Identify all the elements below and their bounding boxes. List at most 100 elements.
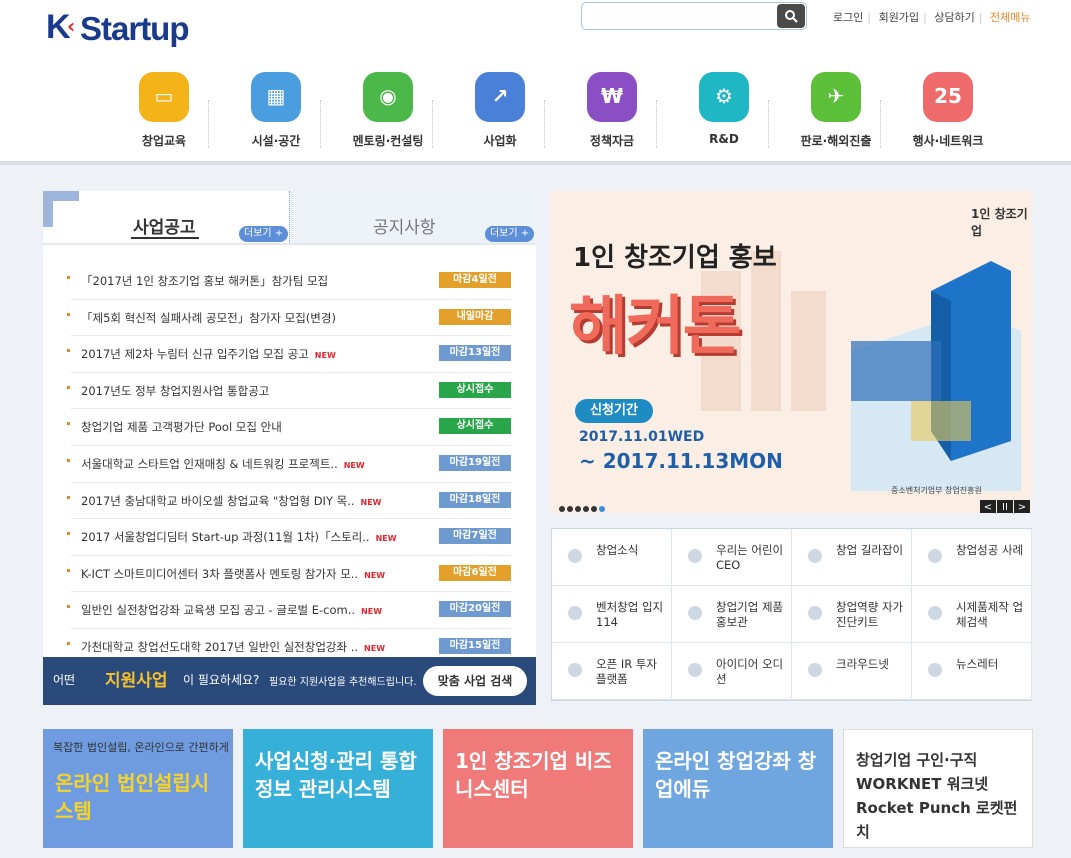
consult-link[interactable]: 상담하기 <box>934 9 974 25</box>
slide-dot[interactable] <box>559 506 565 512</box>
slide-dot[interactable] <box>575 506 581 512</box>
airplane-icon: ✈ <box>811 72 861 122</box>
notice-title[interactable]: 2017년 제2차 누림터 신규 입주기업 모집 공고 NEW <box>81 346 336 362</box>
promo-title: 온라인 법인설립시스템 <box>55 771 210 823</box>
quick-menu-label: 창업성공 사례 <box>956 543 1024 557</box>
slide-controls: < II > <box>979 495 1030 513</box>
list-item[interactable]: 「2017년 1인 창조기업 홍보 해커톤」참가팀 모집 마감4일전 <box>67 263 511 300</box>
pause-button[interactable]: II <box>997 500 1013 513</box>
quick-menu-label: 창업역량 자가진단키트 <box>836 600 904 629</box>
tab-business-notice[interactable]: 사업공고 <box>133 213 196 238</box>
quick-menu-item[interactable]: 오픈 IR 투자 플랫폼 <box>552 643 672 700</box>
promo-banner[interactable]: 창업기업 구인·구직 WORKNET 워크넷 Rocket Punch 로켓펀치 <box>843 729 1033 848</box>
quick-menu-item[interactable]: 창업성공 사례 <box>912 529 1032 586</box>
menu-item[interactable]: ₩ 정책자금 <box>556 72 668 152</box>
list-item[interactable]: K-ICT 스마트미디어센터 3차 플랫폼사 멘토링 참가자 모.. NEW 마감6… <box>67 556 511 593</box>
notice-title[interactable]: 2017년도 정부 창업지원사업 통합공고 <box>81 383 269 399</box>
deadline-badge: 마감19일전 <box>439 454 511 471</box>
menu-item[interactable]: ▦ 시설·공간 <box>220 72 332 152</box>
list-item[interactable]: 「제5회 혁신적 실패사례 공모전」참가자 모집(변경) 내일마감 <box>67 300 511 337</box>
quick-menu-item[interactable]: 창업소식 <box>552 529 672 586</box>
notice-title[interactable]: 창업기업 제품 고객평가단 Pool 모집 안내 <box>81 419 282 435</box>
notice-title[interactable]: 2017 서울창업디딤터 Start-up 과정(11월 1차)「스토리.. NE… <box>81 529 397 545</box>
slide-dot[interactable] <box>583 506 589 512</box>
custom-search-button[interactable]: 맞춤 사업 검색 <box>423 666 527 696</box>
notice-title[interactable]: K-ICT 스마트미디어센터 3차 플랫폼사 멘토링 참가자 모.. NEW <box>81 566 385 582</box>
checklist-icon <box>808 606 822 620</box>
notice-title[interactable]: 「2017년 1인 창조기업 홍보 해커톤」참가팀 모집 <box>81 273 328 289</box>
search-box <box>581 2 807 30</box>
quick-menu-item[interactable]: 창업역량 자가진단키트 <box>792 586 912 643</box>
menu-item[interactable]: ↗ 사업화 <box>444 72 556 152</box>
more-button-business[interactable]: 더보기 + <box>239 226 289 242</box>
main-banner[interactable]: 1인 창조기업 1인 창조기업 홍보 해커톤 신청기간 2017.11.01WE… <box>551 191 1032 513</box>
notice-title[interactable]: 서울대학교 스타트업 인재매칭 & 네트워킹 프로젝트.. NEW <box>81 456 365 472</box>
list-item[interactable]: 창업기업 제품 고객평가단 Pool 모집 안내 상시접수 <box>67 409 511 446</box>
ir-icon <box>568 663 582 677</box>
tab-announcement[interactable]: 공지사항 <box>373 213 436 238</box>
deadline-badge: 마감7일전 <box>439 528 511 545</box>
promo-banner[interactable]: 1인 창조기업 비즈니스센터 <box>443 729 633 848</box>
menu-divider <box>208 100 209 148</box>
login-link[interactable]: 로그인 <box>833 9 863 25</box>
next-button[interactable]: > <box>1014 500 1030 513</box>
list-item[interactable]: 2017 서울창업디딤터 Start-up 과정(11월 1차)「스토리.. NE… <box>67 519 511 556</box>
quick-menu-item[interactable]: 창업기업 제품홍보관 <box>672 586 792 643</box>
menu-item[interactable]: ✈ 판로·해외진출 <box>780 72 892 152</box>
quick-menu-item[interactable]: 뉴스레터 <box>912 643 1032 700</box>
quick-menu-item[interactable]: 시제품제작 업체검색 <box>912 586 1032 643</box>
signup-link[interactable]: 회원가입 <box>879 9 919 25</box>
bullet-icon <box>67 422 70 426</box>
bullet-icon <box>67 605 70 609</box>
bullet-icon <box>67 349 70 353</box>
full-menu-link[interactable]: 전체메뉴 <box>990 9 1030 25</box>
prev-button[interactable]: < <box>980 500 996 513</box>
search-input[interactable] <box>588 7 778 25</box>
quick-menu-item[interactable]: 아이디어 오디션 <box>672 643 792 700</box>
list-item[interactable]: 서울대학교 스타트업 인재매칭 & 네트워킹 프로젝트.. NEW 마감19일전 <box>67 446 511 483</box>
menu-item[interactable]: ⚙ R&D <box>668 72 780 152</box>
menu-divider <box>544 100 545 148</box>
more-button-announcement[interactable]: 더보기 + <box>485 226 535 242</box>
menu-item[interactable]: ▭ 창업교육 <box>108 72 220 152</box>
slide-dot[interactable] <box>567 506 573 512</box>
notice-title[interactable]: 「제5회 혁신적 실패사례 공모전」참가자 모집(변경) <box>81 310 336 326</box>
menu-item-label: 사업화 <box>483 134 517 148</box>
bullet-icon <box>67 312 70 316</box>
quick-menu-item[interactable]: 창업 길라잡이 <box>792 529 912 586</box>
banner-headline: 해커톤 <box>569 290 742 364</box>
menu-item[interactable]: ◉ 멘토링·컨설팅 <box>332 72 444 152</box>
list-item[interactable]: 일반인 실전창업강좌 교육생 모집 공고 - 글로벌 E-com.. NEW 마감2… <box>67 592 511 629</box>
search-button[interactable] <box>777 4 805 28</box>
recommend-bar: 어떤 지원사업 이 필요하세요? 필요한 지원사업을 추천해드립니다. 맞춤 사… <box>43 657 536 705</box>
k-startup-logo[interactable]: K ‹ Startup <box>46 8 206 48</box>
promo-banner[interactable]: 복잡한 법인설립, 온라인으로 간편하게 온라인 법인설립시스템 <box>43 729 233 848</box>
slide-dot[interactable] <box>591 506 597 512</box>
recommend-text-a: 어떤 <box>53 673 76 687</box>
promo-banner[interactable]: 온라인 창업강좌 창업에듀 <box>643 729 833 848</box>
slide-dot-active[interactable] <box>599 506 605 512</box>
money-bag-icon: ₩ <box>587 72 637 122</box>
notice-title[interactable]: 일반인 실전창업강좌 교육생 모집 공고 - 글로벌 E-com.. NEW <box>81 602 382 618</box>
quick-menu-item[interactable]: 우리는 어린이 CEO <box>672 529 792 586</box>
list-item[interactable]: 2017년 제2차 누림터 신규 입주기업 모집 공고 NEW 마감13일전 <box>67 336 511 373</box>
menu-item[interactable]: 25 행사·네트워크 <box>892 72 1004 152</box>
mic-icon <box>568 549 582 563</box>
list-item[interactable]: 2017년도 정부 창업지원사업 통합공고 상시접수 <box>67 373 511 410</box>
quick-menu-item[interactable]: 벤처창업 입지 114 <box>552 586 672 643</box>
quick-menu-label: 아이디어 오디션 <box>716 657 784 686</box>
promo-title: 창업기업 구인·구직 WORKNET 워크넷 Rocket Punch 로켓펀치 <box>856 751 1018 841</box>
notice-title[interactable]: 가천대학교 창업선도대학 2017년 일반인 실전창업강좌 .. NEW <box>81 639 385 655</box>
calendar-icon: 25 <box>923 72 973 122</box>
notice-list: 「2017년 1인 창조기업 홍보 해커톤」참가팀 모집 마감4일전 「제5회 혁신… <box>67 263 511 666</box>
banner-date-start: 2017.11.01WED <box>579 429 705 445</box>
deadline-badge: 마감4일전 <box>439 272 511 288</box>
notice-title[interactable]: 2017년 충남대학교 바이오셀 창업교육 "창업형 DIY 목.. NEW <box>81 493 382 509</box>
eye-icon: ◉ <box>363 72 413 122</box>
quick-menu-item[interactable]: 크라우드넷 <box>792 643 912 700</box>
menu-item-label: 시설·공간 <box>251 134 301 148</box>
menu-divider <box>656 100 657 148</box>
bulb-icon <box>688 663 702 677</box>
list-item[interactable]: 2017년 충남대학교 바이오셀 창업교육 "창업형 DIY 목.. NEW 마감1… <box>67 483 511 520</box>
promo-banner[interactable]: 사업신청·관리 통합정보 관리시스템 <box>243 729 433 848</box>
